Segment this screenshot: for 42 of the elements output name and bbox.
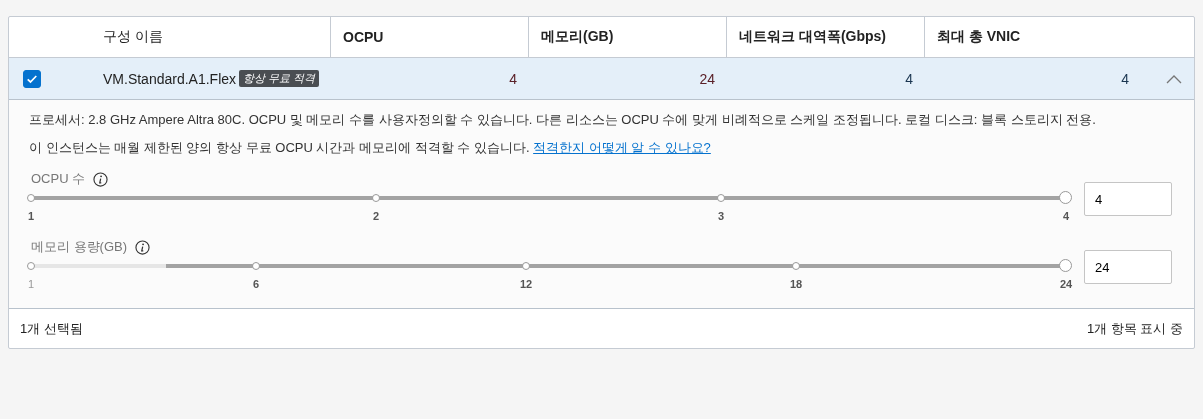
eligibility-link[interactable]: 적격한지 어떻게 알 수 있나요? [533,140,711,155]
value-input[interactable]: 24 [1084,250,1172,284]
tick-label: 24 [1059,278,1073,290]
slider-thumb[interactable] [1059,259,1072,272]
info-icon[interactable] [135,239,151,255]
slider-tick-dot [792,262,800,270]
value-input[interactable]: 4 [1084,182,1172,216]
tick-label: 3 [717,210,725,222]
slider-tick-dot [27,262,35,270]
table-cell: 4 [1121,70,1129,87]
tick-label: 6 [252,278,260,290]
tick-label: 18 [789,278,803,290]
free-tier-badge: 항상 무료 적격 [239,70,320,87]
table-cell: 24 [699,70,715,87]
column-header: 구성 이름 [91,17,331,57]
info-icon[interactable] [93,171,109,187]
table-cell: 4 [905,70,913,87]
slider-tick-dot [27,194,35,202]
tick-label: 1 [27,278,35,290]
slider-tick-dot [522,262,530,270]
tick-label: 2 [372,210,380,222]
column-header: 메모리(GB) [529,17,727,57]
tick-label: 1 [27,210,35,222]
tick-label: 4 [1062,210,1070,222]
slider-label: OCPU 수 [31,170,86,188]
item-count: 1개 항목 표시 중 [1086,319,1183,338]
eligibility-text: 이 인스턴스는 매월 제한된 양의 항상 무료 OCPU 시간과 메모리에 적격할 수 있습니다. [29,140,530,155]
shape-name: VM.Standard.A1.Flex [103,70,237,87]
slider-tick-dot [717,194,725,202]
column-header: 네트워크 대역폭(Gbps) [727,17,925,57]
chevron-icon[interactable] [1166,73,1182,84]
slider-tick-dot [252,262,260,270]
table-cell: 4 [509,70,517,87]
description-text: 프로세서: 2.8 GHz Ampere Altra 80C. OCPU 및 메모리 수를 사용자정의할 수 있습니다. 다른 리소스는 OCPU 수에 맞게 비례적으로 스케일 조정됩니다. 로컬 디스크: 블록 스토리지 전용. [29,111,1097,129]
slider-thumb[interactable] [1059,191,1072,204]
column-header: 최대 총 VNIC [936,27,1022,46]
slider-tick-dot [372,194,380,202]
slider-label: 메모리 용량(GB) [31,238,128,256]
checkbox[interactable] [23,69,41,88]
column-header: OCPU [331,17,529,57]
selection-count: 1개 선택됨 [20,319,83,338]
tick-label: 12 [519,278,533,290]
